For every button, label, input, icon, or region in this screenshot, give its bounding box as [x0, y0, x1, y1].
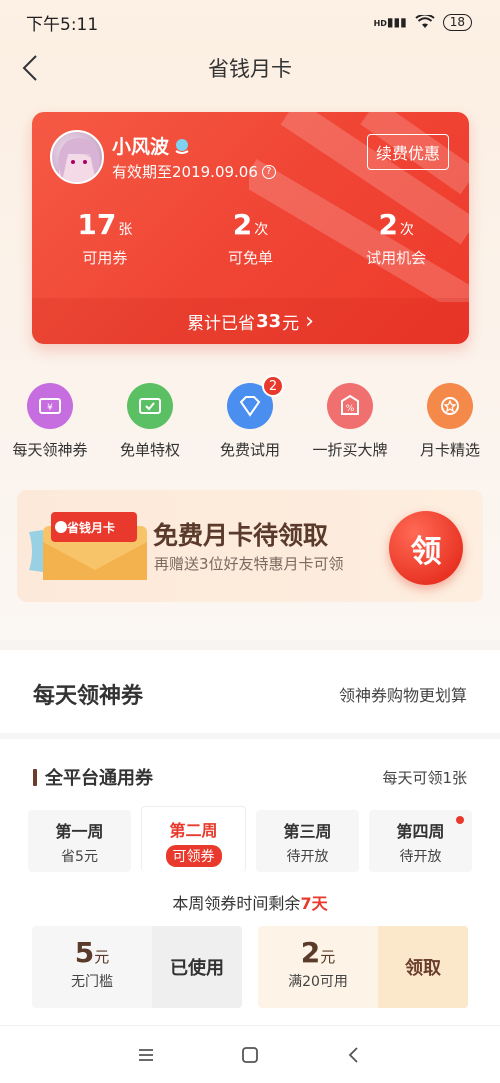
card-stats: 17 张 可用券 2次 可免单 2次 试用机会	[32, 208, 469, 268]
back-icon[interactable]	[343, 1044, 365, 1066]
stat-free-orders[interactable]: 2次 可免单	[178, 208, 324, 268]
claimable-pill: 可领券	[165, 845, 222, 867]
tab-week-4[interactable]: 第四周 待开放	[369, 810, 472, 872]
claim-coupon-button[interactable]: 领取	[378, 926, 468, 1008]
subsection-header: 全平台通用券 每天可领1张	[33, 764, 467, 790]
monthly-card: 小风波 有效期至2019.09.06 ? 续费优惠 17 张 可用券 2次 可免单…	[32, 112, 469, 344]
notification-badge: 2	[262, 375, 284, 397]
func-brand-discount[interactable]: % 一折买大牌	[302, 383, 398, 460]
stat-coupons[interactable]: 17 张 可用券	[32, 208, 178, 268]
subsection-title: 全平台通用券	[33, 764, 153, 790]
used-button: 已使用	[152, 926, 242, 1008]
help-icon[interactable]: ?	[261, 164, 276, 179]
check-ticket-icon	[127, 383, 173, 429]
validity: 有效期至2019.09.06 ?	[112, 161, 276, 182]
claim-button[interactable]: 领	[389, 511, 463, 585]
function-row: ¥ 每天领神券 免单特权 2 免费试用 % 一折买大牌 月卡精选	[0, 375, 500, 460]
tab-week-2[interactable]: 第二周 可领券	[141, 806, 246, 872]
chevron-right-icon: ›	[305, 308, 314, 334]
free-card-promo[interactable]: 省钱月卡 免费月卡待领取 再赠送3位好友特惠月卡可领 领	[17, 490, 483, 602]
stat-trials[interactable]: 2次 试用机会	[323, 208, 469, 268]
star-badge-icon	[427, 383, 473, 429]
remaining-time: 本周领券时间剩余7天	[172, 894, 328, 913]
renew-button[interactable]: 续费优惠	[366, 134, 449, 170]
promo-subtitle: 再赠送3位好友特惠月卡可领	[154, 555, 344, 573]
vip-gem-icon	[175, 138, 189, 154]
battery-icon: 18	[442, 13, 472, 31]
func-monthly-picks[interactable]: 月卡精选	[402, 383, 498, 460]
func-free-trial[interactable]: 2 免费试用	[202, 375, 298, 460]
daily-coupon-section: 每天领神券 领神券购物更划算 全平台通用券 每天可领1张 第一周 省5元 第二周…	[0, 650, 500, 1083]
promo-title: 免费月卡待领取	[153, 521, 329, 550]
tab-week-3[interactable]: 第三周 待开放	[256, 810, 359, 872]
week-tabs: 第一周 省5元 第二周 可领券 第三周 待开放 第四周 待开放	[28, 806, 472, 872]
avatar-image	[58, 138, 100, 182]
subsection-note: 每天可领1张	[382, 768, 467, 787]
page-title: 省钱月卡	[208, 57, 292, 81]
svg-text:%: %	[346, 404, 355, 414]
back-arrow-icon[interactable]	[14, 50, 50, 86]
red-dot-indicator	[456, 816, 464, 824]
nav-bar: 省钱月卡	[0, 44, 500, 92]
svg-text:¥: ¥	[47, 403, 53, 413]
divider	[0, 733, 500, 739]
coupon-item-used: 5元 无门槛 已使用	[32, 926, 242, 1008]
coupon-list: 5元 无门槛 已使用 2元 满20可用 领取	[32, 926, 469, 1008]
avatar[interactable]	[50, 130, 104, 184]
section-subtitle: 领神券购物更划算	[338, 686, 467, 705]
total-saved-link[interactable]: 累计已省 33 元 ›	[32, 298, 469, 344]
func-daily-coupon[interactable]: ¥ 每天领神券	[2, 383, 98, 460]
status-time: 下午5:11	[26, 14, 99, 35]
tab-week-1[interactable]: 第一周 省5元	[28, 810, 131, 872]
func-free-order[interactable]: 免单特权	[102, 383, 198, 460]
coupon-icon: ¥	[27, 383, 73, 429]
section-header: 每天领神券 领神券购物更划算	[33, 678, 467, 710]
coupon-item-claimable: 2元 满20可用 领取	[258, 926, 468, 1008]
menu-icon[interactable]	[135, 1044, 157, 1066]
home-icon[interactable]	[239, 1044, 261, 1066]
wifi-icon	[415, 15, 435, 28]
status-bar: 下午5:11 HD▮▮▮ 18	[0, 0, 500, 44]
percent-tag-icon: %	[327, 383, 373, 429]
user-name: 小风波	[112, 132, 191, 159]
status-icons: HD▮▮▮ 18	[373, 13, 472, 31]
promo-card-label: 省钱月卡	[67, 521, 116, 535]
system-nav-bar	[0, 1025, 500, 1083]
section-title: 每天领神券	[33, 684, 144, 709]
signal-icon: HD▮▮▮	[373, 15, 407, 29]
